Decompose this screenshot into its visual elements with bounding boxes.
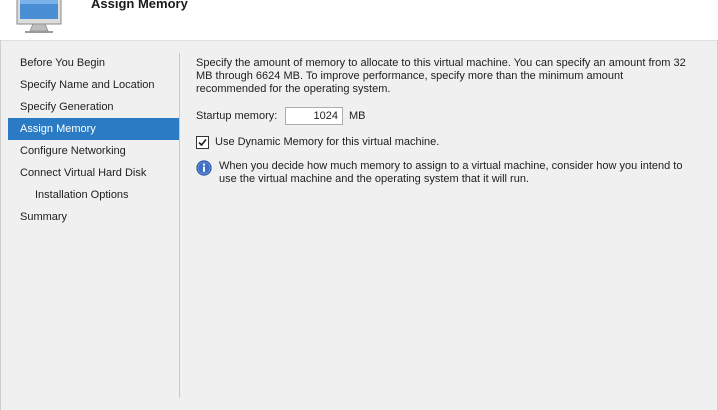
nav-item-assign-memory[interactable]: Assign Memory — [8, 118, 179, 140]
nav-item-configure-networking[interactable]: Configure Networking — [8, 140, 179, 162]
wizard-header: Assign Memory — [0, 0, 718, 41]
dynamic-memory-label[interactable]: Use Dynamic Memory for this virtual mach… — [215, 136, 439, 148]
info-icon — [196, 160, 212, 176]
wizard-step-nav: Before You Begin Specify Name and Locati… — [8, 52, 179, 228]
nav-item-summary[interactable]: Summary — [8, 206, 179, 228]
dynamic-memory-checkbox[interactable] — [196, 135, 209, 149]
page-title: Assign Memory — [91, 0, 188, 11]
startup-memory-row: Startup memory: MB — [196, 106, 366, 126]
window-border-left — [0, 40, 1, 410]
startup-memory-input[interactable] — [285, 107, 343, 125]
checkmark-icon — [198, 138, 207, 146]
memory-info-note: When you decide how much memory to assig… — [196, 160, 689, 186]
info-text: When you decide how much memory to assig… — [219, 160, 683, 185]
nav-item-specify-generation[interactable]: Specify Generation — [8, 96, 179, 118]
assign-memory-panel: Specify the amount of memory to allocate… — [196, 57, 696, 185]
startup-memory-label: Startup memory: — [196, 110, 278, 122]
dynamic-memory-row[interactable]: Use Dynamic Memory for this virtual mach… — [196, 134, 439, 150]
nav-item-before-you-begin[interactable]: Before You Begin — [8, 52, 179, 74]
startup-memory-unit: MB — [349, 110, 366, 122]
nav-divider — [179, 53, 180, 398]
nav-item-specify-name-location[interactable]: Specify Name and Location — [8, 74, 179, 96]
virtual-machine-monitor-icon — [15, 0, 70, 34]
nav-item-installation-options[interactable]: Installation Options — [8, 184, 179, 206]
nav-item-connect-virtual-hard-disk[interactable]: Connect Virtual Hard Disk — [8, 162, 179, 184]
memory-description: Specify the amount of memory to allocate… — [196, 57, 686, 95]
